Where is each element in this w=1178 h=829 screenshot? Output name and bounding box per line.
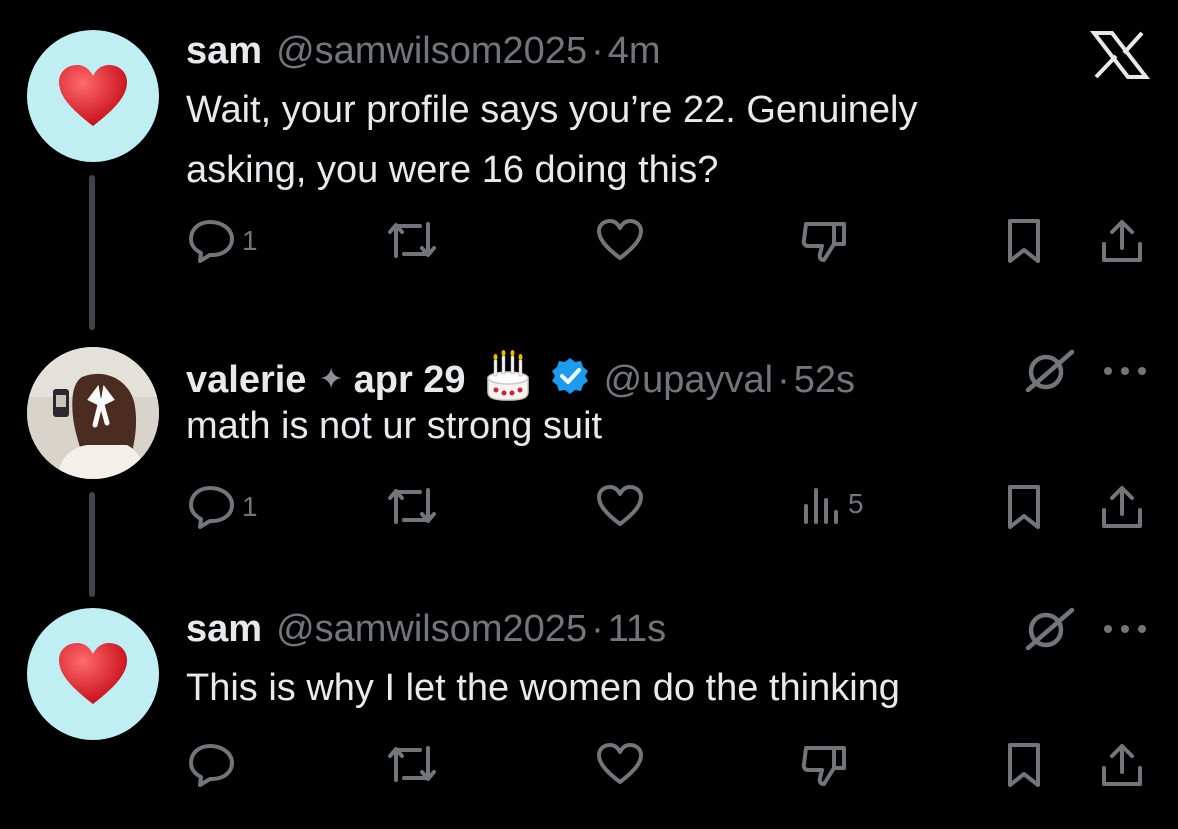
timestamp[interactable]: 52s — [794, 361, 855, 399]
heart-outline-icon — [597, 485, 643, 526]
bookmark-icon — [1008, 219, 1040, 263]
reply-icon — [189, 486, 234, 529]
tweet-text-line-2: asking, you were 16 doing this? — [186, 149, 719, 191]
heart-outline-icon — [597, 743, 643, 784]
grok-icon — [1025, 607, 1075, 651]
handle[interactable]: @samwilsom2025 — [276, 610, 587, 648]
reply-button[interactable]: 1 — [188, 218, 258, 264]
like-button[interactable] — [596, 742, 644, 786]
tweet-text: Wait, your profile says you’re 22. Genui… — [186, 80, 1086, 200]
bookmark-icon — [1008, 485, 1040, 529]
grok-icon — [1025, 349, 1075, 393]
more-dots-icon — [1104, 367, 1146, 375]
retweet-button[interactable] — [386, 484, 438, 528]
dislike-button[interactable] — [800, 742, 848, 788]
handle[interactable]: @samwilsom2025 — [276, 32, 587, 70]
reply-icon — [189, 220, 234, 263]
views-chart-icon — [804, 488, 838, 524]
display-name[interactable]: valerie — [186, 361, 306, 399]
share-icon — [1102, 220, 1142, 262]
share-button[interactable] — [1100, 218, 1144, 264]
share-button[interactable] — [1100, 742, 1144, 788]
like-button[interactable] — [596, 218, 644, 262]
action-bar — [0, 742, 1178, 792]
display-name[interactable]: sam — [186, 610, 262, 648]
tweet-text-line-1: Wait, your profile says you’re 22. Genui… — [186, 89, 918, 131]
separator-dot: · — [591, 30, 604, 72]
reply-button[interactable]: 1 — [188, 484, 258, 530]
profile-photo — [27, 347, 159, 479]
tweet-text: math is not ur strong suit — [186, 405, 603, 447]
more-options-button[interactable] — [1102, 622, 1148, 640]
heart-outline-icon — [597, 219, 643, 260]
avatar[interactable] — [27, 30, 159, 162]
thumbs-down-icon — [801, 222, 846, 262]
tweet-header: sam @samwilsom2025 · 11s — [186, 610, 666, 648]
timestamp[interactable]: 4m — [608, 32, 661, 70]
retweet-icon — [388, 488, 436, 524]
grok-button[interactable] — [1022, 348, 1078, 397]
bookmark-button[interactable] — [1004, 484, 1044, 530]
timestamp[interactable]: 11s — [608, 610, 666, 648]
thumbs-down-icon — [801, 746, 846, 786]
more-dots-icon — [1104, 625, 1146, 633]
reply-icon — [189, 744, 234, 787]
avatar[interactable] — [27, 608, 159, 740]
separator-dot: · — [777, 358, 790, 401]
heart-icon — [59, 65, 127, 126]
avatar[interactable] — [27, 347, 159, 479]
retweet-button[interactable] — [386, 742, 438, 786]
display-name[interactable]: sam — [186, 32, 262, 70]
tweet-3[interactable]: sam @samwilsom2025 · 11s This is why I l… — [0, 600, 1178, 829]
handle[interactable]: @upayval — [604, 361, 774, 399]
share-icon — [1102, 486, 1142, 528]
tweet-1[interactable]: sam @samwilsom2025 · 4m Wait, your profi… — [0, 0, 1178, 330]
sparkle-icon: ✦ — [318, 362, 344, 396]
action-bar: 1 5 — [0, 484, 1178, 534]
dislike-button[interactable] — [800, 218, 848, 264]
retweet-button[interactable] — [386, 218, 438, 262]
reply-count: 1 — [242, 225, 258, 256]
bookmark-icon — [1008, 743, 1040, 787]
bookmark-button[interactable] — [1004, 218, 1044, 264]
tweet-text: This is why I let the women do the think… — [186, 667, 900, 709]
name-date-label[interactable]: apr 29 — [354, 361, 466, 399]
tweet-2[interactable]: valerie ✦ apr 29 @upayval · 52s math is … — [0, 330, 1178, 600]
retweet-icon — [388, 222, 436, 258]
views-button[interactable]: 5 — [802, 484, 864, 524]
heart-icon — [59, 643, 127, 704]
retweet-icon — [388, 746, 436, 782]
more-options-button[interactable] — [1102, 364, 1148, 382]
action-bar: 1 — [0, 218, 1178, 268]
bookmark-button[interactable] — [1004, 742, 1044, 788]
like-button[interactable] — [596, 484, 644, 528]
reply-count: 1 — [242, 491, 258, 522]
reply-button[interactable] — [188, 742, 236, 788]
views-count: 5 — [848, 488, 864, 519]
separator-dot: · — [591, 608, 604, 650]
share-icon — [1102, 744, 1142, 786]
grok-button[interactable] — [1022, 606, 1078, 655]
tweet-header: sam @samwilsom2025 · 4m — [186, 32, 661, 70]
share-button[interactable] — [1100, 484, 1144, 530]
